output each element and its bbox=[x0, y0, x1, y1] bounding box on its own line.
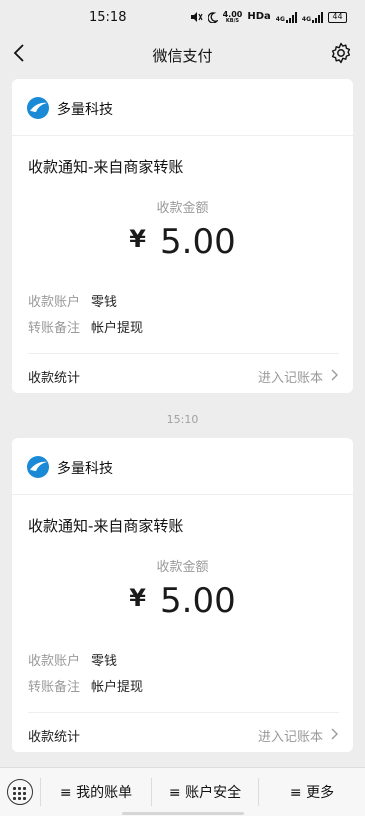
payment-notice-card[interactable]: 多量科技 收款通知-来自商家转账 收款金额 ¥5.00 收款账户 零钱 转账备注帐… bbox=[12, 79, 353, 393]
payment-notice-card[interactable]: 多量科技 收款通知-来自商家转账 收款金额 ¥5.00 收款账户 零钱 转账备注帐… bbox=[12, 438, 353, 752]
moon-icon bbox=[207, 11, 218, 23]
merchant-name: 多量科技 bbox=[57, 102, 113, 118]
keyboard-toggle-icon[interactable] bbox=[7, 779, 33, 805]
menu-account-security[interactable]: ≡ 账户安全 bbox=[152, 768, 258, 816]
status-bar: 15:18 4.00 KB/S HDa 4G 4G 44 bbox=[0, 0, 365, 36]
ledger-link[interactable]: 进入记账本 bbox=[258, 367, 323, 386]
amount-number: 5.00 bbox=[160, 222, 236, 262]
keyboard-dots bbox=[13, 787, 26, 800]
amount-value: ¥5.00 bbox=[12, 222, 353, 262]
signal-bars-icon bbox=[312, 11, 323, 23]
footer-stats-label: 收款统计 bbox=[28, 371, 81, 386]
battery-icon: 44 bbox=[328, 11, 347, 23]
account-key: 收款账户 bbox=[28, 295, 81, 310]
amount-number: 5.00 bbox=[160, 581, 236, 621]
merchant-name: 多量科技 bbox=[57, 461, 113, 477]
signal-bars-icon bbox=[285, 11, 297, 23]
card-footer[interactable]: 收款统计 进入记账本 bbox=[28, 712, 339, 753]
signal-1: 4G bbox=[276, 11, 297, 23]
currency-symbol: ¥ bbox=[129, 584, 146, 612]
account-value: 零钱 bbox=[91, 654, 118, 669]
mute-icon bbox=[190, 12, 203, 22]
menu-my-bills[interactable]: ≡ 我的账单 bbox=[41, 768, 151, 816]
card-header: 多量科技 bbox=[12, 79, 353, 136]
hd-indicator: HDa bbox=[247, 11, 271, 22]
merchant-logo-icon bbox=[27, 97, 49, 119]
footer-stats-label: 收款统计 bbox=[28, 730, 81, 745]
chevron-right-icon bbox=[331, 369, 338, 381]
account-key: 收款账户 bbox=[28, 654, 81, 669]
remark-row: 转账备注 帐户提现 bbox=[28, 317, 143, 336]
page-title: 微信支付 bbox=[152, 47, 213, 65]
account-row: 收款账户 零钱 bbox=[28, 650, 117, 669]
merchant-logo-icon bbox=[27, 456, 49, 478]
card-header: 多量科技 bbox=[12, 438, 353, 495]
status-time: 15:18 bbox=[89, 10, 127, 25]
nav-bar: 微信支付 bbox=[0, 36, 365, 72]
signal-2: 4G bbox=[302, 11, 323, 23]
remark-key: 转账备注 bbox=[28, 680, 81, 695]
account-value: 零钱 bbox=[91, 295, 118, 310]
bottom-menu-bar: ≡ 我的账单 ≡ 账户安全 ≡ 更多 bbox=[0, 767, 365, 816]
currency-symbol: ¥ bbox=[129, 225, 146, 253]
account-row: 收款账户 零钱 bbox=[28, 291, 117, 310]
card-footer[interactable]: 收款统计 进入记账本 bbox=[28, 353, 339, 394]
amount-label: 收款金额 bbox=[156, 201, 209, 216]
notice-title: 收款通知-来自商家转账 bbox=[28, 158, 184, 176]
net-speed: 4.00 KB/S bbox=[222, 9, 243, 24]
ledger-link[interactable]: 进入记账本 bbox=[258, 726, 323, 745]
remark-key: 转账备注 bbox=[28, 321, 81, 336]
remark-value: 帐户提现 bbox=[91, 680, 144, 695]
message-timestamp: 15:10 bbox=[166, 413, 199, 426]
menu-more[interactable]: ≡ 更多 bbox=[259, 768, 365, 816]
notice-title: 收款通知-来自商家转账 bbox=[28, 517, 184, 535]
remark-row: 转账备注 帐户提现 bbox=[28, 676, 143, 695]
chevron-right-icon bbox=[331, 728, 338, 740]
amount-label: 收款金额 bbox=[156, 560, 209, 575]
status-icons: 4.00 KB/S HDa 4G 4G 44 bbox=[189, 9, 347, 25]
amount-value: ¥5.00 bbox=[12, 581, 353, 621]
remark-value: 帐户提现 bbox=[91, 321, 144, 336]
settings-gear-icon[interactable] bbox=[330, 42, 352, 64]
